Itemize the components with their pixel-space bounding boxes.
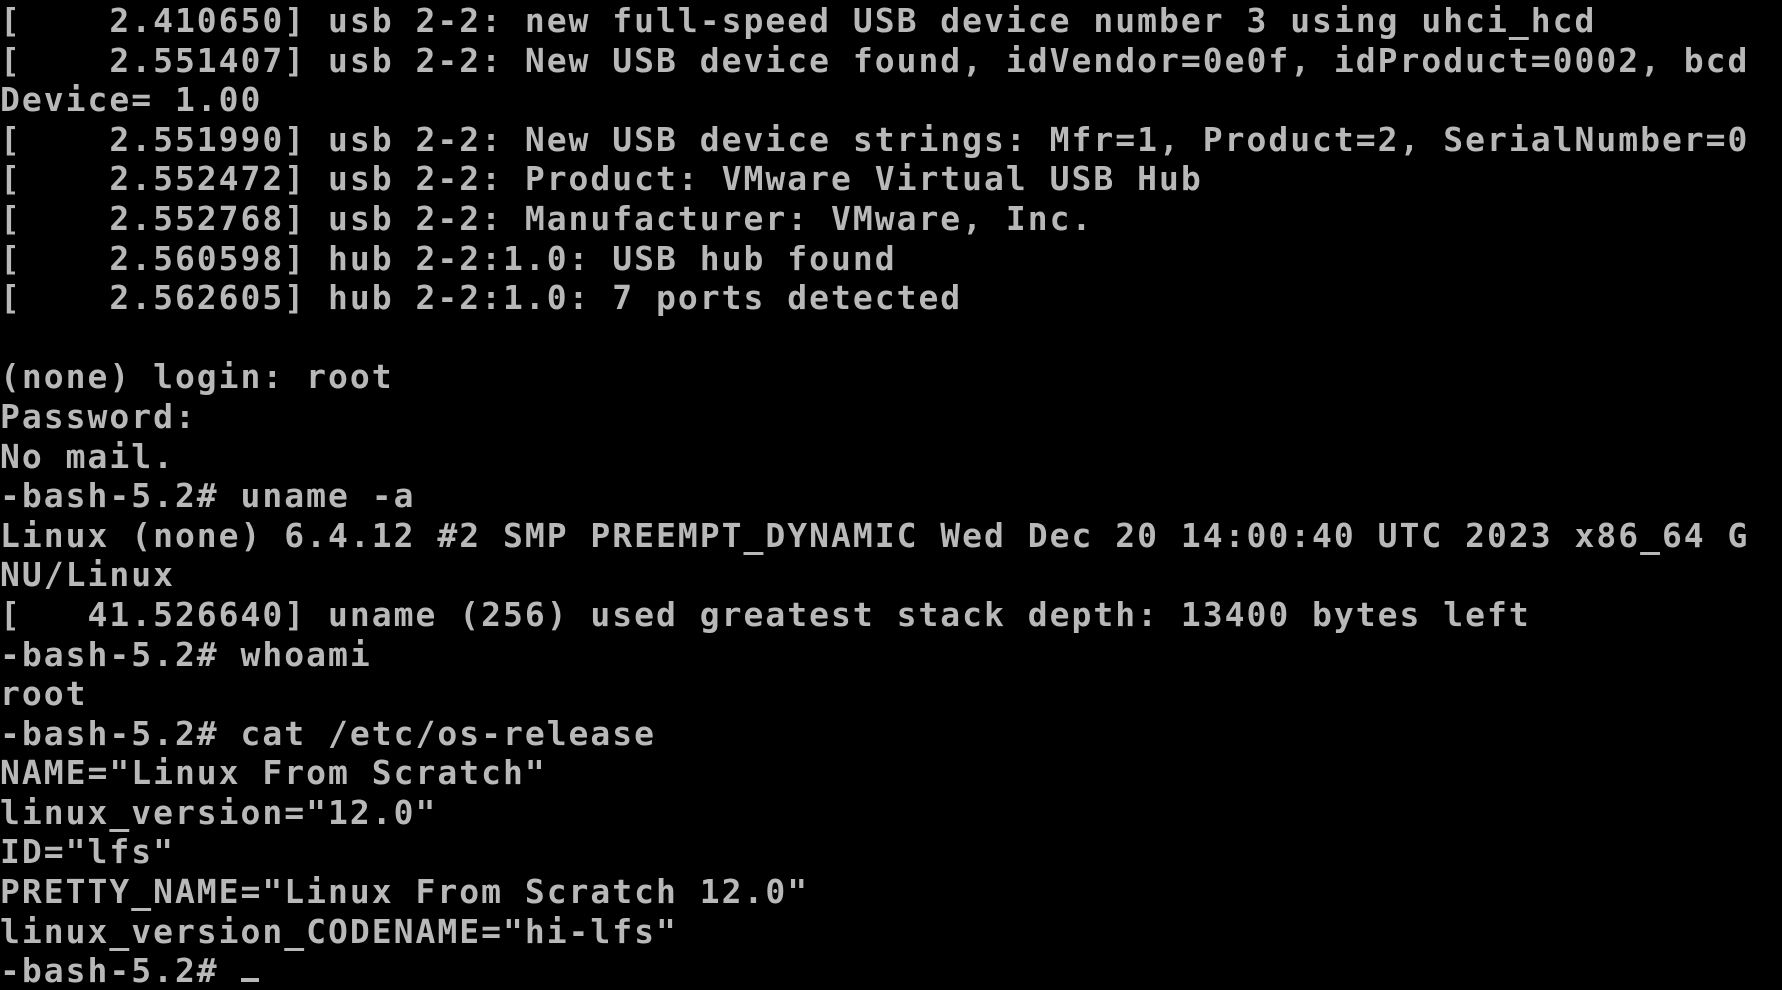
console-line: [ 2.552768] usb 2-2: Manufacturer: VMwar… [0,198,1094,238]
console-line: [ 2.410650] usb 2-2: new full-speed USB … [0,1,1597,40]
console-line: [ 2.552472] usb 2-2: Product: VMware Vir… [0,159,1203,199]
console-line: linux_version="12.0" [0,792,438,832]
command-prompt-line[interactable]: -bash-5.2# [0,951,1782,990]
console-line: Linux (none) 6.4.12 #2 SMP PREEMPT_DYNAM… [0,515,1750,555]
console-line: [ 2.551407] usb 2-2: New USB device foun… [0,40,1750,80]
console-line: root [0,674,88,714]
console-line: ID="lfs" [0,832,175,872]
shell-prompt: -bash-5.2# [0,951,241,990]
console-line: [ 2.562605] hub 2-2:1.0: 7 ports detecte… [0,278,963,318]
console-line: linux_version_CODENAME="hi-lfs" [0,911,678,951]
terminal-console[interactable]: [ 2.410650] usb 2-2: new full-speed USB … [0,0,1782,990]
console-line: (none) login: root [0,357,394,397]
console-line: Password: [0,396,197,436]
console-line: No mail. [0,436,175,476]
console-line: PRETTY_NAME="Linux From Scratch 12.0" [0,872,810,912]
console-line: [ 41.526640] uname (256) used greatest s… [0,594,1531,634]
console-line: -bash-5.2# uname -a [0,476,416,516]
console-line: NAME="Linux From Scratch" [0,753,547,793]
text-cursor [240,978,259,983]
console-line: Device= 1.00 [0,80,263,120]
console-line: [ 2.560598] hub 2-2:1.0: USB hub found [0,238,897,278]
console-line: NU/Linux [0,555,175,595]
console-line: -bash-5.2# cat /etc/os-release [0,713,657,753]
console-line: -bash-5.2# whoami [0,634,372,674]
console-line: [ 2.551990] usb 2-2: New USB device stri… [0,119,1750,159]
